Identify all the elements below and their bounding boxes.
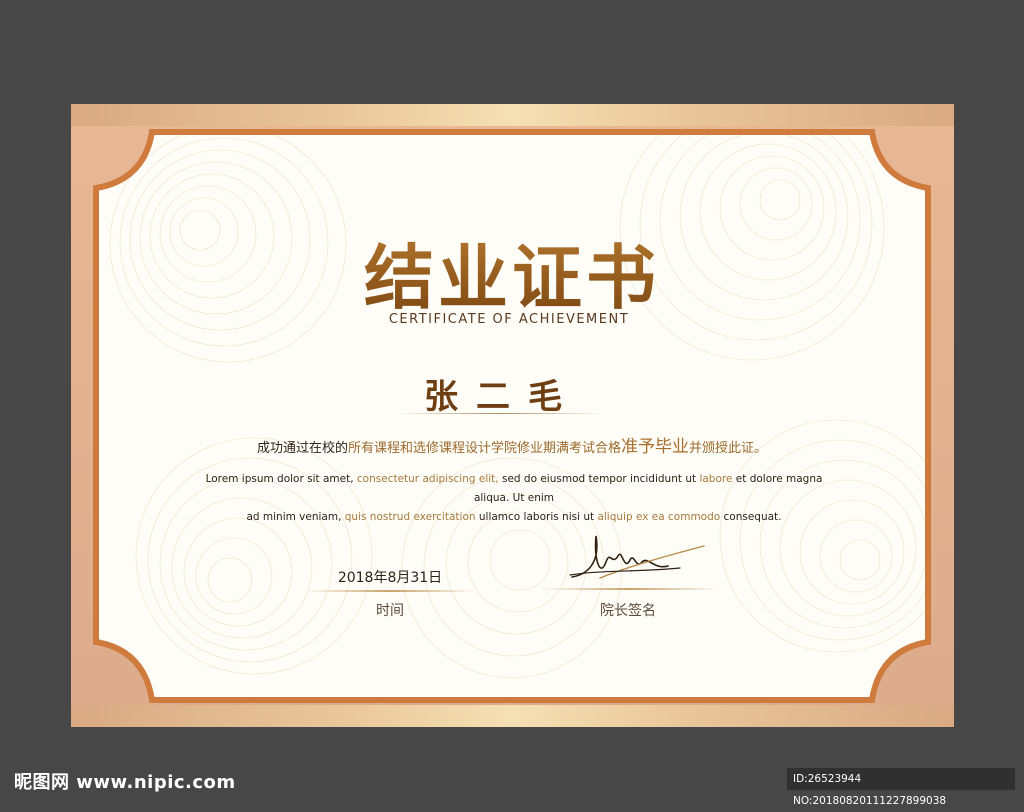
statement-part1: 成功通过在校的	[256, 441, 348, 456]
watermark-id-badge: ID:26523944 NO:20180820111227899038	[787, 768, 1015, 807]
certificate-title: 结业证书	[0, 222, 1024, 323]
issue-date: 2018年8月31日	[337, 570, 443, 586]
statement-part4: 并颁授此证。	[689, 441, 768, 456]
lorem-text: aliquip ex ea commodo	[597, 511, 721, 523]
recipient-name: 张二毛	[424, 377, 580, 417]
lorem-text: Lorem ipsum dolor sit amet,	[205, 473, 357, 485]
lorem-text: consequat.	[720, 511, 782, 523]
lorem-text: sed do eiusmod tempor incididunt ut	[498, 473, 700, 485]
lorem-text: ad minim veniam,	[246, 511, 345, 523]
date-underline	[303, 590, 478, 592]
signature-underline	[540, 588, 720, 590]
date-label: 时间	[376, 603, 404, 619]
lorem-text: quis nostrud exercitation	[344, 511, 476, 523]
statement-part3: 准予毕业	[621, 437, 689, 457]
certificate-subtitle: CERTIFICATE OF ACHIEVEMENT	[388, 312, 630, 327]
certificate-statement: 成功通过在校的所有课程和选修课程设计学院修业期满考试合格准予毕业并颁授此证。	[0, 432, 1024, 457]
lorem-text: consectetur adipiscing elit,	[356, 473, 499, 485]
watermark-site-logo: 昵图网 www.nipic.com	[14, 772, 236, 793]
statement-part2: 所有课程和选修课程设计学院修业期满考试合格	[347, 441, 621, 456]
signature-label: 院长签名	[600, 603, 656, 619]
name-underline	[396, 413, 604, 414]
lorem-text: labore	[699, 473, 733, 485]
lorem-paragraph: Lorem ipsum dolor sit amet, consectetur …	[198, 470, 830, 527]
lorem-text: ullamco laboris nisi ut	[475, 511, 598, 523]
